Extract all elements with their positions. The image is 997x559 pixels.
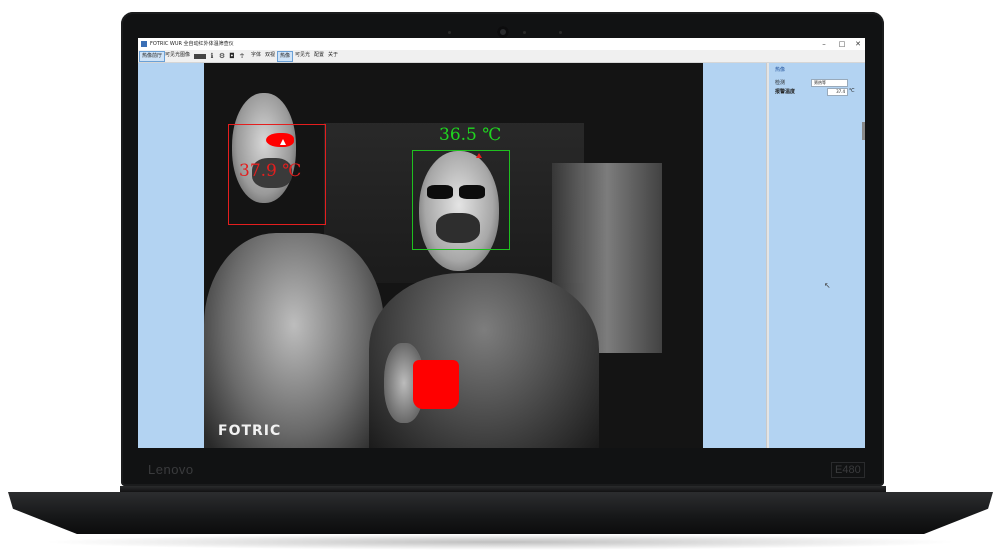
left-margin xyxy=(138,63,204,448)
mode-select[interactable]: 筛热等 xyxy=(811,79,848,87)
temperature-reading-normal: 36.5 ℃ xyxy=(439,125,502,145)
sensor-dot xyxy=(559,31,562,34)
thermal-video[interactable]: 37.9 ℃ 36.5 ℃ FOTRIC xyxy=(204,63,703,448)
app-icon xyxy=(141,41,147,47)
camera-icon[interactable]: ◘ xyxy=(228,52,236,60)
alarm-temp-stepper[interactable]: 37.4 xyxy=(827,88,848,96)
minimize-button[interactable]: – xyxy=(817,38,831,50)
menu-config[interactable]: 配置 xyxy=(312,51,326,60)
menu-about[interactable]: 关于 xyxy=(326,51,340,60)
alarm-temp-label: 报警温度 xyxy=(775,89,796,95)
max-temp-marker xyxy=(280,139,286,145)
image-icon[interactable] xyxy=(194,54,206,59)
scrollbar-thumb[interactable] xyxy=(862,122,865,140)
close-button[interactable]: ✕ xyxy=(851,38,865,50)
temperature-reading-alarm: 37.9 ℃ xyxy=(239,161,302,181)
menu-font[interactable]: 字体 xyxy=(249,51,263,60)
sensor-dot xyxy=(523,31,526,34)
menu-visible[interactable]: 可见光 xyxy=(293,51,312,60)
laptop-base xyxy=(8,492,993,534)
detection-box-normal xyxy=(412,150,510,250)
alarm-temp-unit: ℃ xyxy=(849,88,855,94)
right-margin xyxy=(703,63,766,448)
toolbar: 热像前厅 可见光图像 ℹ ⚙ ◘ ☥ 字体 双视 热像 可见光 配置 关于 xyxy=(138,50,865,63)
settings-icon[interactable]: ⚙ xyxy=(218,52,226,60)
panel-title: 热像 xyxy=(775,67,786,73)
model-label: E480 xyxy=(831,462,865,478)
info-icon[interactable]: ℹ xyxy=(208,52,216,60)
sensor-dot xyxy=(448,31,451,34)
tab-thermal[interactable]: 热像前厅 xyxy=(139,51,166,62)
settings-panel: 热像 检测 筛热等 报警温度 37.4 ℃ xyxy=(769,63,865,448)
hot-spot-cup xyxy=(413,360,459,409)
mouse-cursor-icon: ↖ xyxy=(824,281,831,290)
webcam xyxy=(497,26,509,38)
title-bar: FOTRIC WUR 全自动红外体温筛查仪 – □ ✕ xyxy=(138,38,865,50)
fotric-watermark: FOTRIC xyxy=(218,423,282,439)
screen: FOTRIC WUR 全自动红外体温筛查仪 – □ ✕ 热像前厅 可见光图像 ℹ… xyxy=(138,38,865,448)
lenovo-logo: Lenovo xyxy=(148,462,194,477)
window-title: FOTRIC WUR 全自动红外体温筛查仪 xyxy=(150,41,234,47)
laptop-shadow xyxy=(40,534,960,550)
laptop-hinge xyxy=(120,486,886,493)
maximize-button[interactable]: □ xyxy=(835,38,849,50)
menu-thermal[interactable]: 热像 xyxy=(277,51,294,62)
person-left-body xyxy=(204,233,384,448)
mode-label: 检测 xyxy=(775,80,786,86)
person-icon[interactable]: ☥ xyxy=(238,52,246,60)
menu-dual-view[interactable]: 双视 xyxy=(263,51,277,60)
tab-visible[interactable]: 可见光图像 xyxy=(163,51,192,60)
max-temp-marker xyxy=(476,153,482,158)
